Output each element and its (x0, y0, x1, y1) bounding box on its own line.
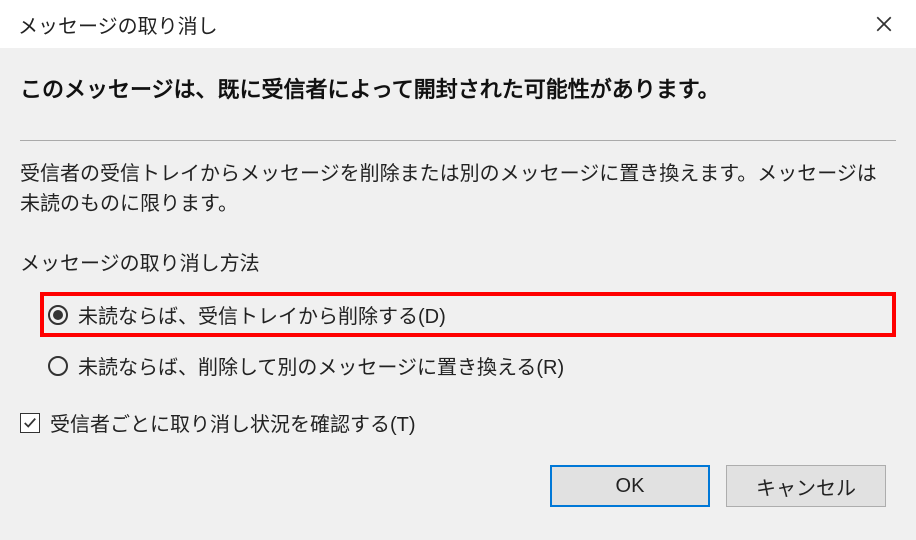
radio-icon (48, 356, 68, 376)
ok-button[interactable]: OK (550, 465, 710, 507)
checkbox-label-confirm: 受信者ごとに取り消し状況を確認する(T) (50, 408, 416, 437)
warning-heading: このメッセージは、既に受信者によって開封された可能性があります。 (20, 72, 896, 104)
cancel-button-label: キャンセル (756, 472, 856, 501)
ok-button-label: OK (616, 475, 645, 498)
radio-option-delete[interactable]: 未読ならば、受信トレイから削除する(D) (40, 292, 896, 337)
checkbox-icon (20, 413, 40, 433)
titlebar: メッセージの取り消し (0, 0, 916, 48)
radio-icon (48, 305, 68, 325)
radio-option-replace[interactable]: 未読ならば、削除して別のメッセージに置き換える(R) (40, 343, 896, 388)
description-text: 受信者の受信トレイからメッセージを削除または別のメッセージに置き換えます。メッセ… (20, 159, 896, 219)
radio-label-delete: 未読ならば、受信トレイから削除する(D) (78, 300, 446, 329)
cancel-button[interactable]: キャンセル (726, 465, 886, 507)
recall-method-label: メッセージの取り消し方法 (20, 247, 896, 276)
radio-group-recall-method: 未読ならば、受信トレイから削除する(D) 未読ならば、削除して別のメッセージに置… (40, 292, 896, 388)
checkbox-confirm-recall[interactable]: 受信者ごとに取り消し状況を確認する(T) (20, 408, 896, 437)
separator (20, 140, 896, 141)
dialog-title: メッセージの取り消し (18, 10, 218, 39)
dialog-content: このメッセージは、既に受信者によって開封された可能性があります。 受信者の受信ト… (0, 48, 916, 523)
button-row: OK キャンセル (20, 465, 896, 507)
close-icon[interactable] (864, 4, 904, 44)
radio-label-replace: 未読ならば、削除して別のメッセージに置き換える(R) (78, 351, 564, 380)
